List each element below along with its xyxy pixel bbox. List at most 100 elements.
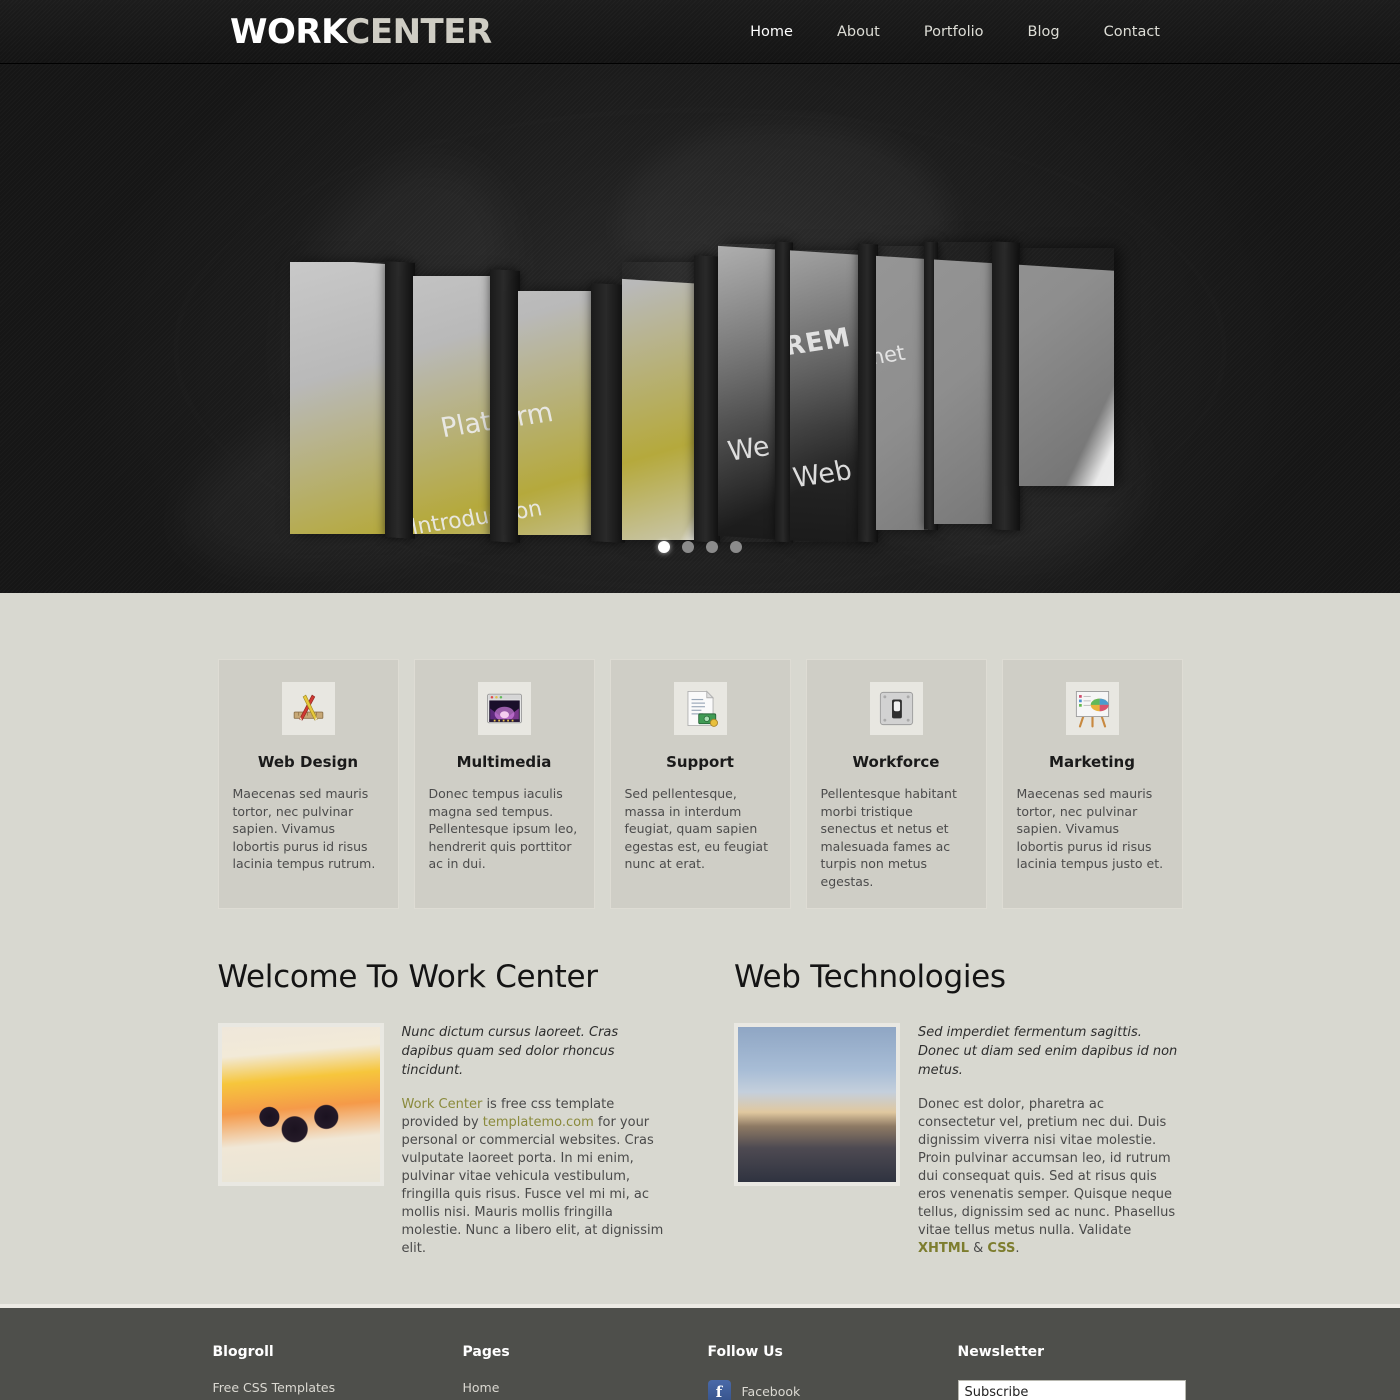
- nav-link-home[interactable]: Home: [728, 21, 815, 43]
- webtech-text: Sed imperdiet fermentum sagittis. Donec …: [918, 1023, 1183, 1258]
- webtech-amp: &: [969, 1241, 988, 1256]
- slide-shard-5[interactable]: We: [718, 244, 778, 542]
- shard-label-platform: Platform: [518, 396, 556, 445]
- shard-label-we: We: [725, 430, 773, 468]
- nav-item-blog[interactable]: Blog: [1006, 21, 1082, 43]
- column-welcome: Welcome To Work Center Nunc dictum cursu…: [217, 959, 667, 1258]
- welcome-text: Nunc dictum cursus laoreet. Cras dapibus…: [402, 1023, 667, 1258]
- shard-gap-3: [591, 283, 625, 543]
- harbor-boat-photo: [738, 1027, 896, 1182]
- main-navigation: Home About Portfolio Blog Contact: [728, 21, 1182, 43]
- slide-shard-2[interactable]: Platform Introduction: [413, 276, 495, 534]
- column-body: Nunc dictum cursus laoreet. Cras dapibus…: [217, 1023, 667, 1258]
- site-footer: Blogroll Free CSS Templates Web Design R…: [0, 1304, 1400, 1400]
- pages-link-0[interactable]: Home: [463, 1380, 500, 1395]
- webtech-body: Donec est dolor, pharetra ac consectetur…: [918, 1096, 1183, 1258]
- nav-item-contact[interactable]: Contact: [1082, 21, 1182, 43]
- pie-chart-easel-icon: [1065, 682, 1119, 735]
- nav-item-home[interactable]: Home: [728, 21, 815, 43]
- feature-box-support[interactable]: Support Sed pellentesque, massa in inter…: [609, 659, 791, 909]
- nav-link-blog[interactable]: Blog: [1006, 21, 1082, 43]
- welcome-thumbnail: [217, 1023, 384, 1186]
- webtech-lead: Sed imperdiet fermentum sagittis. Donec …: [918, 1025, 1178, 1078]
- shard-face: Platform Introduction: [413, 276, 495, 534]
- slide-shard-7[interactable]: dolor sit amet: [876, 246, 928, 530]
- berries-plate-photo: [221, 1027, 380, 1182]
- hero-slider[interactable]: Platform Introduction Platform Introduct…: [0, 64, 1400, 593]
- document-money-icon: [673, 682, 727, 735]
- shard-face: Platform Introduction CAR Online: [518, 291, 596, 535]
- feature-box-list: Web Design Maecenas sed mauris tortor, n…: [217, 659, 1183, 909]
- slide-shard-8[interactable]: [934, 242, 996, 524]
- pages-list: Home About Portfolio Blog Contact: [463, 1380, 708, 1400]
- logo-primary-text: WORK: [230, 12, 346, 52]
- feature-box-web-design[interactable]: Web Design Maecenas sed mauris tortor, n…: [217, 659, 399, 909]
- feature-box-workforce[interactable]: Workforce Pellentesque habitant morbi tr…: [805, 659, 987, 909]
- shard-face: [934, 244, 996, 524]
- footer-heading-pages: Pages: [462, 1344, 510, 1360]
- slider-dot-4[interactable]: [730, 541, 742, 553]
- shard-label-lorem: LOREM IPSUM: [790, 307, 862, 368]
- feature-title: Support: [666, 753, 734, 771]
- footer-column-pages: Pages Home About Portfolio Blog Contact: [463, 1344, 708, 1400]
- feature-text: Maecenas sed mauris tortor, nec pulvinar…: [1016, 786, 1164, 871]
- shard-face: We: [718, 244, 778, 542]
- shard-face: dolor sit amet: [876, 246, 928, 530]
- shard-face: [1019, 248, 1114, 486]
- display-window-icon: [477, 682, 531, 735]
- logo-secondary-text: CENTER: [345, 12, 492, 52]
- work-center-link[interactable]: Work Center: [402, 1097, 483, 1112]
- slider-dot-3[interactable]: [706, 541, 718, 553]
- footer-column-blogroll: Blogroll Free CSS Templates Web Design R…: [213, 1344, 463, 1400]
- ruler-pencil-icon: [281, 682, 335, 735]
- column-body: Sed imperdiet fermentum sagittis. Donec …: [734, 1023, 1183, 1258]
- footer-columns: Blogroll Free CSS Templates Web Design R…: [213, 1344, 1188, 1400]
- nav-item-about[interactable]: About: [815, 21, 902, 43]
- slide-shard-9[interactable]: [1019, 248, 1114, 486]
- blogroll-list: Free CSS Templates Web Design Resources …: [213, 1380, 463, 1400]
- webtech-thumbnail: [734, 1023, 900, 1186]
- shard-face: Platform Introduction: [290, 262, 390, 534]
- nav-link-contact[interactable]: Contact: [1082, 21, 1182, 43]
- slide-shards[interactable]: Platform Introduction Platform Introduct…: [0, 64, 1400, 593]
- feature-text: Donec tempus iaculis magna sed tempus. P…: [428, 786, 578, 871]
- shard-gap-8: [992, 241, 1020, 531]
- list-item[interactable]: Home: [463, 1380, 708, 1396]
- feature-box-marketing[interactable]: Marketing Maecenas sed mauris tortor, ne…: [1001, 659, 1183, 909]
- feature-title: Multimedia: [456, 753, 552, 771]
- shard-label-web-design: Web Design: [790, 440, 862, 495]
- nav-item-portfolio[interactable]: Portfolio: [902, 21, 1006, 43]
- facebook-icon: f: [707, 1380, 731, 1400]
- slide-shard-1[interactable]: Platform Introduction: [290, 262, 390, 534]
- feature-text: Sed pellentesque, massa in interdum feug…: [624, 786, 769, 871]
- shard-label-car-online: CAR Online: [622, 538, 653, 540]
- slide-shard-6[interactable]: LOREM IPSUM Web Design: [790, 250, 862, 542]
- list-item[interactable]: Free CSS Templates: [213, 1380, 463, 1396]
- slider-dot-1[interactable]: [658, 541, 670, 553]
- feature-title: Marketing: [1049, 753, 1135, 771]
- webtech-body-start: Donec est dolor, pharetra ac consectetur…: [918, 1097, 1176, 1238]
- shard-face: Platform Introduction CAR Online: [622, 262, 698, 540]
- slider-pagination[interactable]: [0, 541, 1400, 553]
- welcome-body: Work Center is free css template provide…: [402, 1096, 667, 1258]
- welcome-lead: Nunc dictum cursus laoreet. Cras dapibus…: [401, 1025, 619, 1078]
- shard-gap-1: [385, 261, 415, 539]
- feature-box-multimedia[interactable]: Multimedia Donec tempus iaculis magna se…: [413, 659, 595, 909]
- slide-shard-4[interactable]: Platform Introduction CAR Online: [622, 262, 698, 540]
- social-link-facebook[interactable]: f Facebook: [707, 1380, 958, 1400]
- shard-gap-4: [694, 255, 720, 543]
- nav-link-about[interactable]: About: [815, 21, 902, 43]
- footer-heading-follow: Follow Us: [707, 1344, 783, 1360]
- newsletter-email-input[interactable]: [957, 1380, 1186, 1400]
- nav-link-portfolio[interactable]: Portfolio: [902, 21, 1006, 43]
- feature-text: Pellentesque habitant morbi tristique se…: [820, 786, 957, 889]
- shard-label-introduction: Introduction: [413, 496, 495, 534]
- templatemo-link[interactable]: templatemo.com: [483, 1115, 594, 1130]
- social-label-facebook: Facebook: [741, 1384, 801, 1399]
- shard-gap-6: [858, 243, 878, 543]
- shard-gap-2: [490, 269, 520, 543]
- site-logo[interactable]: WORKCENTER: [230, 12, 492, 52]
- slider-dot-2[interactable]: [682, 541, 694, 553]
- blogroll-link-0[interactable]: Free CSS Templates: [213, 1380, 336, 1395]
- slide-shard-3[interactable]: Platform Introduction CAR Online: [518, 291, 596, 535]
